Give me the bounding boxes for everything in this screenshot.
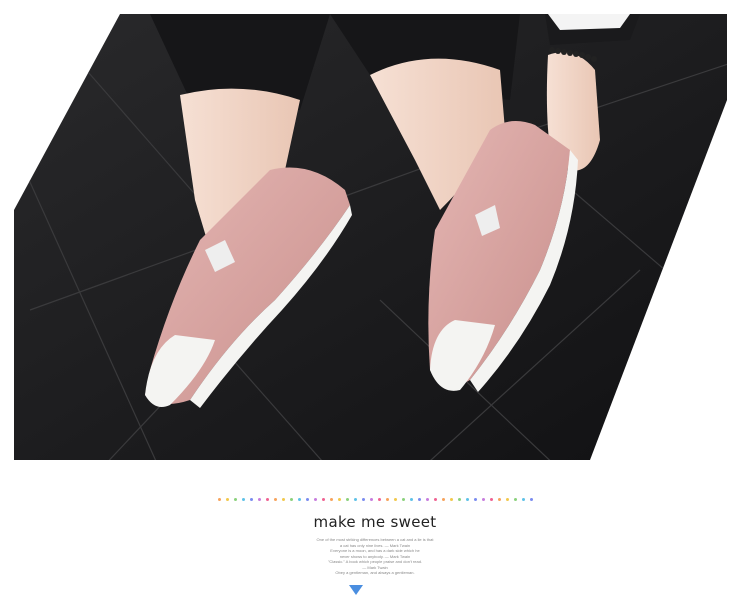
decorative-dot — [505, 498, 509, 501]
decorative-dot — [361, 498, 365, 501]
decorative-dot — [481, 498, 485, 501]
decorative-dot — [409, 498, 413, 501]
decorative-dot — [449, 498, 453, 501]
quote-line: "Classic." A book which people praise an… — [327, 559, 423, 564]
decorative-dot — [417, 498, 421, 501]
down-arrow-icon — [349, 585, 363, 595]
decorative-dot — [321, 498, 325, 501]
decorative-dot — [281, 498, 285, 501]
decorative-dot — [233, 498, 237, 501]
decorative-dot — [225, 498, 229, 501]
decorative-dot — [473, 498, 477, 501]
shoe-photo-illustration — [14, 14, 727, 460]
caption-title: make me sweet — [313, 513, 437, 531]
decorative-dot — [297, 498, 301, 501]
decorative-dot — [441, 498, 445, 501]
quote-line: One of the most striking differences bet… — [316, 537, 434, 542]
decorative-dot — [241, 498, 245, 501]
decorative-dot — [521, 498, 525, 501]
decorative-dot — [249, 498, 253, 501]
decorative-dot — [313, 498, 317, 501]
decorative-dot — [273, 498, 277, 501]
decorative-dot — [425, 498, 429, 501]
decorative-dot — [489, 498, 493, 501]
decorative-dot — [393, 498, 397, 501]
caption-quote: One of the most striking differences bet… — [310, 537, 440, 576]
decorative-dot — [369, 498, 373, 501]
decorative-dot — [217, 498, 221, 501]
decorative-dot — [529, 498, 533, 501]
decorative-dot — [457, 498, 461, 501]
caption-block: make me sweet One of the most striking d… — [0, 498, 750, 576]
decorative-dot — [257, 498, 261, 501]
decorative-dot — [377, 498, 381, 501]
decorative-dot-row — [0, 498, 750, 501]
product-photo — [0, 0, 750, 470]
quote-line: Obey a gentleman, and always a gentleman… — [335, 570, 415, 575]
decorative-dot — [433, 498, 437, 501]
decorative-dot — [401, 498, 405, 501]
decorative-dot — [353, 498, 357, 501]
decorative-dot — [329, 498, 333, 501]
decorative-dot — [497, 498, 501, 501]
decorative-dot — [289, 498, 293, 501]
decorative-dot — [305, 498, 309, 501]
decorative-dot — [345, 498, 349, 501]
decorative-dot — [513, 498, 517, 501]
decorative-dot — [337, 498, 341, 501]
decorative-dot — [465, 498, 469, 501]
decorative-dot — [385, 498, 389, 501]
shirt-cuff — [548, 14, 630, 30]
decorative-dot — [265, 498, 269, 501]
